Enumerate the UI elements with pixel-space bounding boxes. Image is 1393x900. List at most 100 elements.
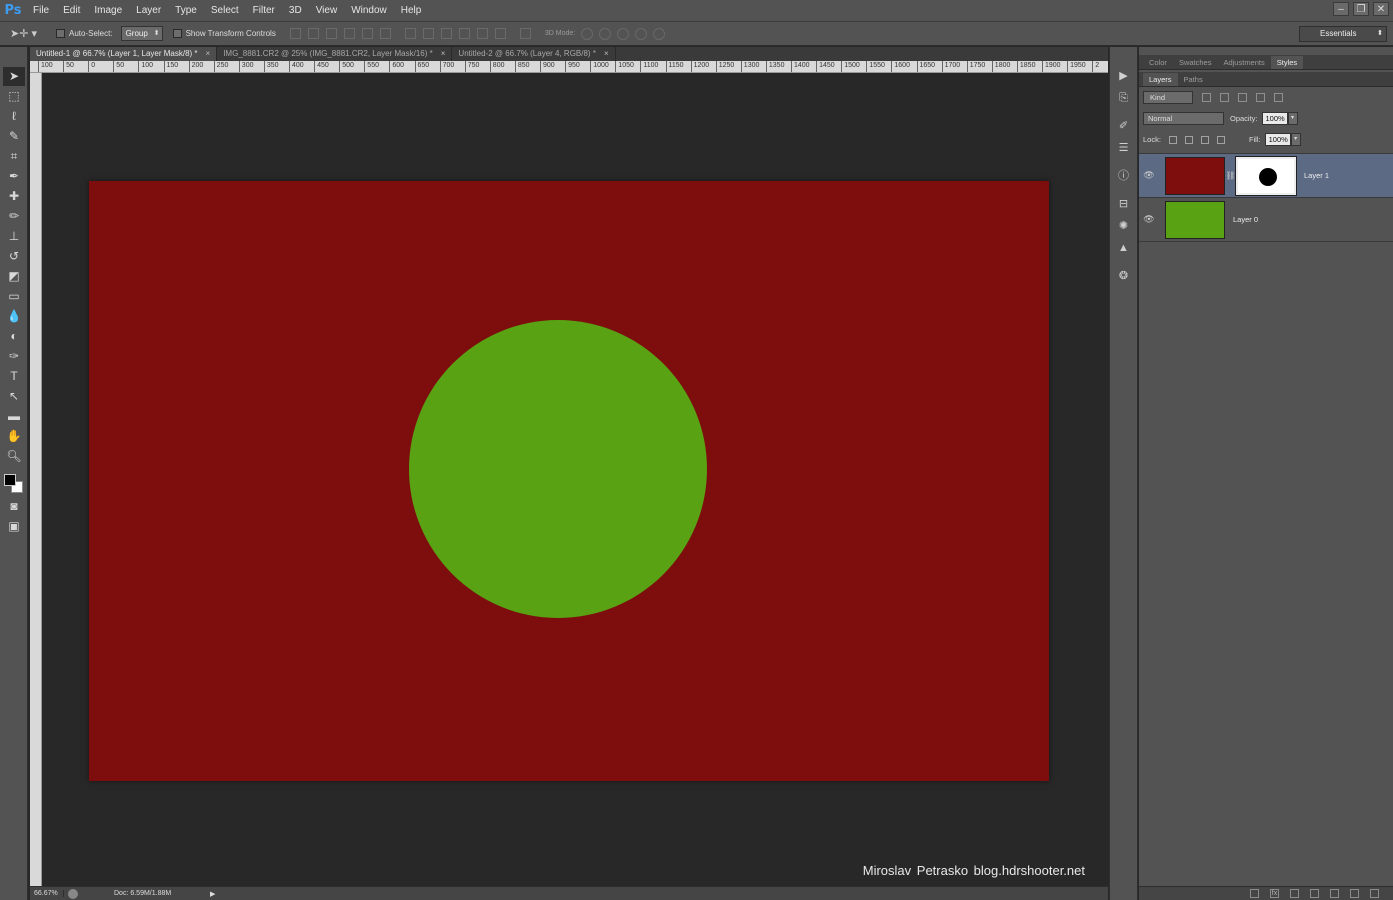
lock-all-icon[interactable] [1216, 135, 1225, 144]
canvas-area[interactable]: Miroslav Petrasko blog.hdrshooter.net [42, 73, 1108, 885]
auto-select-dropdown[interactable]: Group [120, 26, 163, 41]
tool-presets-icon[interactable]: ☰ [1114, 139, 1134, 157]
adjustment-filter-icon[interactable] [1220, 93, 1229, 102]
new-adjustment-icon[interactable] [1310, 889, 1319, 898]
move-tool-icon[interactable]: ➤ [3, 67, 25, 86]
layer-row-layer-0[interactable]: 👁︎ Layer 0 [1139, 198, 1393, 242]
fill-arrow-icon[interactable]: ▾ [1290, 133, 1301, 146]
3d-pan-icon[interactable] [617, 27, 630, 40]
history-brush-tool-icon[interactable]: ↺ [3, 247, 25, 266]
align-vcenter-icon[interactable] [307, 28, 319, 39]
tab-color[interactable]: Color [1143, 56, 1173, 69]
layer-name[interactable]: Layer 1 [1304, 171, 1329, 180]
align-bottom-icon[interactable] [325, 28, 337, 39]
distribute-bottom-icon[interactable] [440, 28, 452, 39]
layer-1-thumbnail[interactable] [1165, 156, 1225, 195]
healing-brush-tool-icon[interactable]: ✚ [3, 187, 25, 206]
pixel-filter-icon[interactable] [1202, 93, 1211, 102]
shape-filter-icon[interactable] [1256, 93, 1265, 102]
auto-select-checkbox[interactable]: Auto-Select: [56, 29, 113, 38]
marquee-tool-icon[interactable]: ⬚ [3, 87, 25, 106]
move-tool-preset-icon[interactable]: ➤✛ ▾ [10, 24, 46, 44]
ruler-horizontal[interactable]: 100 50 0 50 100 150 200 250 300 350 400 450 500 550 60… [30, 61, 1108, 73]
link-layers-icon[interactable] [1250, 889, 1259, 898]
tab-styles[interactable]: Styles [1270, 56, 1304, 69]
smart-object-filter-icon[interactable] [1274, 93, 1283, 102]
distribute-left-icon[interactable] [458, 28, 470, 39]
menu-help[interactable]: Help [394, 0, 429, 21]
brush-tool-icon[interactable]: ✏ [3, 207, 25, 226]
menu-window[interactable]: Window [344, 0, 394, 21]
type-tool-icon[interactable]: T [3, 367, 25, 386]
restore-button[interactable]: ❐ [1353, 2, 1369, 16]
fill-field[interactable]: 100% [1264, 133, 1291, 146]
add-mask-icon[interactable] [1290, 889, 1299, 898]
new-layer-icon[interactable] [1350, 889, 1359, 898]
align-left-icon[interactable] [343, 28, 355, 39]
hand-tool-icon[interactable]: ✋ [3, 427, 25, 446]
tab-untitled-2[interactable]: Untitled-2 @ 66.7% (Layer 4, RGB/8) * × [452, 47, 616, 61]
close-button[interactable]: ✕ [1373, 2, 1389, 16]
menu-filter[interactable]: Filter [246, 0, 282, 21]
document-canvas[interactable] [89, 181, 1049, 781]
info-icon[interactable]: ⓘ [1114, 167, 1134, 185]
ruler-vertical[interactable] [30, 73, 42, 888]
quick-mask-icon[interactable]: ◙ [3, 497, 25, 516]
auto-select-box[interactable] [56, 29, 65, 38]
minimize-button[interactable]: ‒ [1333, 2, 1349, 16]
opacity-arrow-icon[interactable]: ▾ [1287, 112, 1298, 125]
clone-stamp-tool-icon[interactable]: ⊥ [3, 227, 25, 246]
quick-select-tool-icon[interactable]: ✎ [3, 127, 25, 146]
tab-paths[interactable]: Paths [1178, 73, 1209, 86]
layer-0-thumbnail[interactable] [1165, 200, 1225, 239]
3d-panel-icon[interactable]: ❂ [1114, 267, 1134, 285]
menu-3d[interactable]: 3D [282, 0, 309, 21]
close-icon[interactable]: × [206, 47, 211, 61]
align-right-icon[interactable] [379, 28, 391, 39]
zoom-level[interactable]: 66.67% [30, 890, 64, 897]
layer-mask-thumbnail[interactable] [1235, 155, 1297, 196]
crop-tool-icon[interactable]: ⌗ [3, 147, 25, 166]
lock-position-icon[interactable] [1200, 135, 1209, 144]
status-info-icon[interactable] [68, 888, 78, 899]
distribute-hcenter-icon[interactable] [476, 28, 488, 39]
align-hcenter-icon[interactable] [361, 28, 373, 39]
menu-file[interactable]: File [26, 0, 56, 21]
layer-name[interactable]: Layer 0 [1233, 215, 1258, 224]
path-select-tool-icon[interactable]: ↖ [3, 387, 25, 406]
gradient-tool-icon[interactable]: ▭ [3, 287, 25, 306]
visibility-eye-icon[interactable]: 👁︎ [1139, 170, 1159, 181]
adjustments-icon[interactable]: ✺ [1114, 217, 1134, 235]
eraser-tool-icon[interactable]: ◩ [3, 267, 25, 286]
menu-edit[interactable]: Edit [56, 0, 87, 21]
close-icon[interactable]: × [441, 47, 446, 61]
pen-tool-icon[interactable]: ✑ [3, 347, 25, 366]
lasso-tool-icon[interactable]: ℓ [3, 107, 25, 126]
screen-mode-icon[interactable]: ▣ [3, 517, 25, 536]
layer-style-fx-icon[interactable]: fx [1270, 889, 1279, 898]
history-icon[interactable]: ⎘ [1114, 89, 1134, 107]
tab-swatches[interactable]: Swatches [1173, 56, 1218, 69]
kind-filter-dropdown[interactable]: Kind [1143, 91, 1193, 104]
delete-layer-icon[interactable] [1370, 889, 1379, 898]
3d-rotate-icon[interactable] [581, 27, 594, 40]
tab-img-8881[interactable]: IMG_8881.CR2 @ 25% (IMG_8881.CR2, Layer … [217, 47, 453, 61]
mask-link-icon[interactable]: ⛓︎ [1225, 171, 1236, 180]
type-filter-icon[interactable] [1238, 93, 1247, 102]
visibility-eye-icon[interactable]: 👁︎ [1139, 214, 1159, 225]
tab-adjustments[interactable]: Adjustments [1217, 56, 1270, 69]
play-icon[interactable]: ▶ [1114, 67, 1134, 85]
brush-panel-icon[interactable]: ✐ [1114, 117, 1134, 135]
tab-layers[interactable]: Layers [1143, 73, 1178, 86]
blend-mode-dropdown[interactable]: Normal [1143, 112, 1224, 125]
new-group-icon[interactable] [1330, 889, 1339, 898]
workspace-dropdown[interactable]: Essentials [1299, 26, 1387, 42]
properties-icon[interactable]: ⊟ [1114, 195, 1134, 213]
tab-untitled-1[interactable]: Untitled-1 @ 66.7% (Layer 1, Layer Mask/… [30, 47, 218, 61]
auto-align-icon[interactable] [519, 28, 531, 39]
shape-tool-icon[interactable]: ▬ [3, 407, 25, 426]
show-transform-checkbox[interactable]: Show Transform Controls [172, 29, 276, 38]
zoom-tool-icon[interactable]: 🔍︎ [3, 447, 25, 466]
layer-row-layer-1[interactable]: 👁︎ ⛓︎ Layer 1 [1139, 154, 1393, 198]
distribute-top-icon[interactable] [404, 28, 416, 39]
